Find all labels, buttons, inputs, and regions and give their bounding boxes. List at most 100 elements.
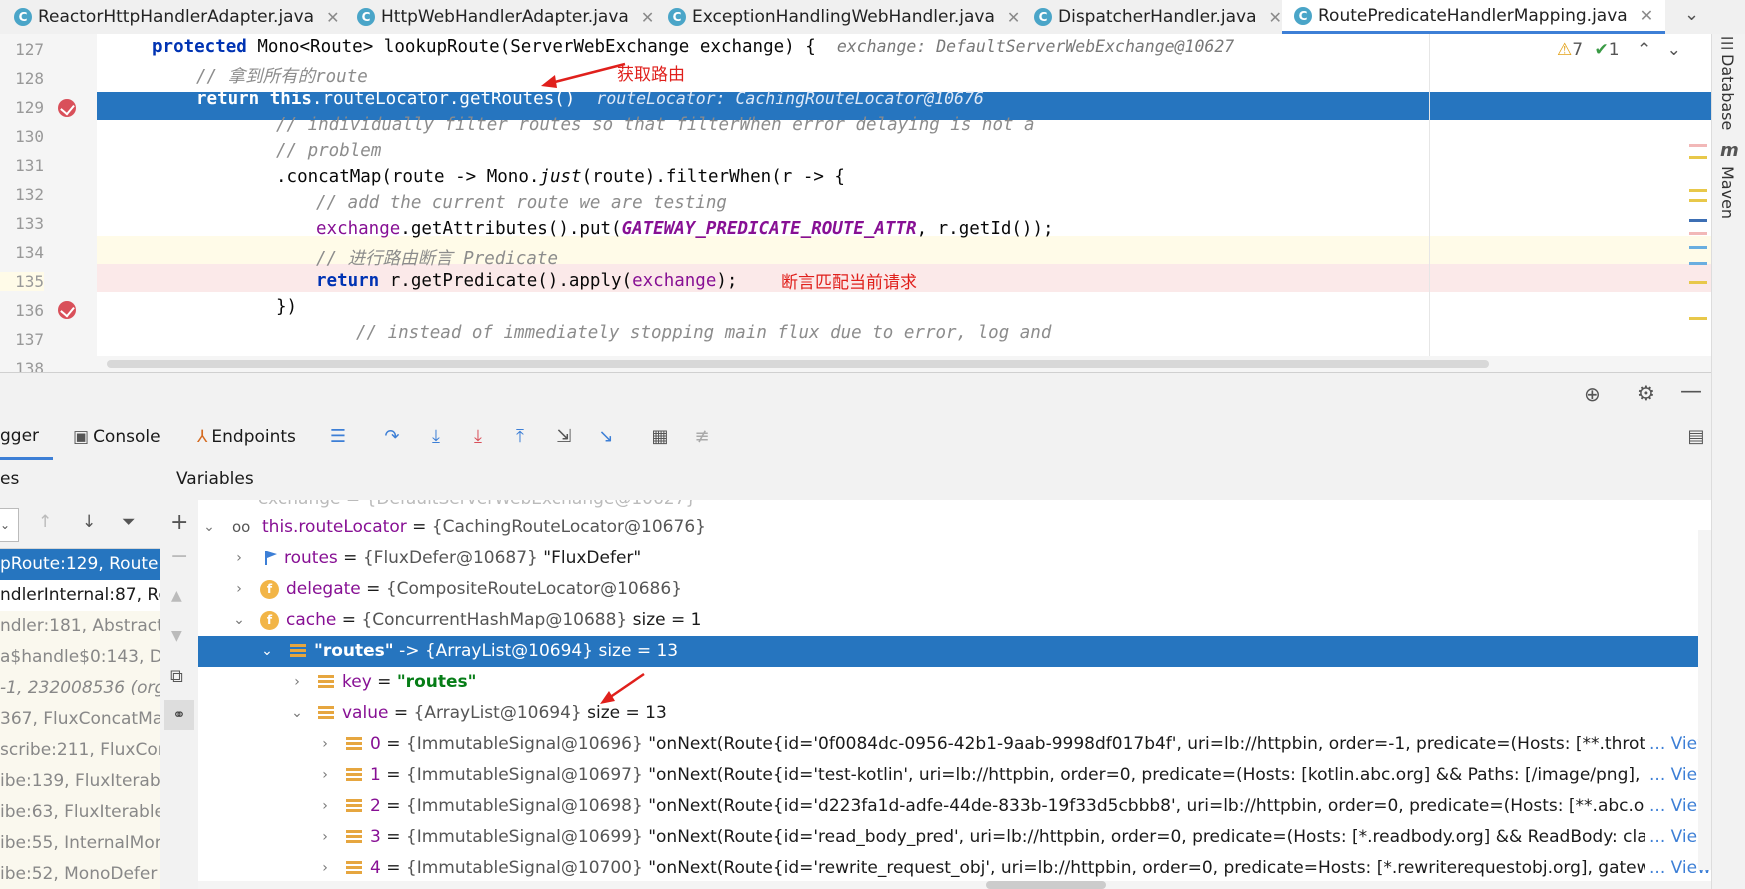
chevron-right-icon[interactable]: › xyxy=(232,543,246,574)
close-icon[interactable]: ✕ xyxy=(1007,8,1020,27)
step-out-icon[interactable]: ⤒ xyxy=(510,427,530,447)
copy-icon[interactable]: ⧉ xyxy=(170,666,183,687)
scrollbar-thumb[interactable] xyxy=(107,360,1489,368)
error-stripe-mark[interactable] xyxy=(1689,156,1707,159)
drop-frame-icon[interactable]: ⇲ xyxy=(554,427,574,447)
chevron-down-icon[interactable]: ⌄ xyxy=(1667,40,1681,60)
stack-frame[interactable]: pRoute:129, RoutePr xyxy=(0,549,160,580)
chevron-right-icon[interactable]: › xyxy=(318,729,332,760)
force-step-into-icon[interactable]: ⤓ xyxy=(468,427,488,447)
step-into-icon[interactable]: ⤓ xyxy=(426,427,446,447)
chevron-down-icon[interactable]: ⌄ xyxy=(1684,4,1699,25)
remove-watch-icon[interactable]: − xyxy=(170,544,188,569)
tab-reactor-http-handler-adapter[interactable]: C ReactorHttpHandlerAdapter.java ✕ xyxy=(14,0,339,34)
chevron-down-icon[interactable]: ⌄ xyxy=(202,512,216,543)
stack-frame[interactable]: 367, FluxConcatMap xyxy=(0,704,160,735)
run-to-cursor-icon[interactable]: ↘ xyxy=(596,427,616,447)
tree-row[interactable]: › 0 = {ImmutableSignal@10696} "onNext(Ro… xyxy=(198,729,1711,760)
code-editor[interactable]: protected Mono<Route> lookupRoute(Server… xyxy=(97,34,1711,372)
code-line-127: protected Mono<Route> lookupRoute(Server… xyxy=(152,37,1234,57)
tree-row[interactable]: ⌄ value = {ArrayList@10694} size = 13 xyxy=(198,698,1711,729)
comment: // instead of immediately stopping main … xyxy=(356,323,1052,343)
arrow-down-icon[interactable]: ↓ xyxy=(82,512,96,532)
error-stripe-mark[interactable] xyxy=(1689,219,1707,222)
error-stripe-mark[interactable] xyxy=(1689,232,1707,235)
tree-row[interactable]: › 4 = {ImmutableSignal@10700} "onNext(Ro… xyxy=(198,853,1711,884)
tab-http-web-handler-adapter[interactable]: C HttpWebHandlerAdapter.java ✕ xyxy=(357,0,654,34)
error-stripe-mark[interactable] xyxy=(1689,144,1707,147)
tree-row[interactable]: › 1 = {ImmutableSignal@10697} "onNext(Ro… xyxy=(198,760,1711,791)
close-icon[interactable]: ✕ xyxy=(1269,8,1282,27)
stack-frame[interactable]: ndlerInternal:87, Rou xyxy=(0,580,160,611)
close-icon[interactable]: ✕ xyxy=(1640,6,1653,25)
tab-exception-handling-web-handler[interactable]: C ExceptionHandlingWebHandler.java ✕ xyxy=(668,0,1020,34)
chevron-right-icon[interactable]: › xyxy=(318,822,332,853)
move-down-icon[interactable]: ▼ xyxy=(171,628,182,644)
chevron-right-icon[interactable]: › xyxy=(290,667,304,698)
chevron-down-icon[interactable]: ⌄ xyxy=(290,698,304,729)
tree-row[interactable]: › 2 = {ImmutableSignal@10698} "onNext(Ro… xyxy=(198,791,1711,822)
evaluate-expression-icon[interactable]: ▦ xyxy=(650,427,670,447)
horizontal-scrollbar[interactable] xyxy=(97,356,1711,372)
filter-icon[interactable]: ⏷ xyxy=(122,512,136,532)
chevron-down-icon[interactable]: ⌄ xyxy=(232,605,246,636)
tab-debugger[interactable]: gger xyxy=(0,414,54,460)
keyword: return this xyxy=(196,89,312,109)
crosshair-icon[interactable]: ⊕ xyxy=(1584,382,1601,406)
variables-tree[interactable]: exchange = {DefaultServerWebExchange@106… xyxy=(198,500,1711,889)
stack-frame[interactable]: ndler:181, AbstractH xyxy=(0,611,160,642)
tree-row[interactable]: › 3 = {ImmutableSignal@10699} "onNext(Ro… xyxy=(198,822,1711,853)
maven-tool-button[interactable]: Maven xyxy=(1718,166,1737,219)
close-icon[interactable]: ✕ xyxy=(641,8,654,27)
tab-route-predicate-handler-mapping[interactable]: C RoutePredicateHandlerMapping.java ✕ xyxy=(1282,0,1666,34)
error-stripe-mark[interactable] xyxy=(1689,199,1707,202)
stack-frame[interactable]: a$handle$0:143, Dis xyxy=(0,642,160,673)
tab-console[interactable]: ▣ Console xyxy=(73,414,161,460)
close-icon[interactable]: ✕ xyxy=(326,8,339,27)
error-stripe-mark[interactable] xyxy=(1689,317,1707,320)
chevron-right-icon[interactable]: › xyxy=(318,760,332,791)
thread-select[interactable]: ⌄ xyxy=(0,508,19,542)
breakpoint-icon[interactable] xyxy=(58,301,76,319)
chevron-right-icon[interactable]: › xyxy=(232,574,246,605)
tree-row[interactable]: ⌄ f cache = {ConcurrentHashMap@10688} si… xyxy=(198,605,1711,636)
move-up-icon[interactable]: ▲ xyxy=(171,588,182,604)
stack-frame[interactable]: -1, 232008536 (org. xyxy=(0,673,160,704)
chevron-right-icon[interactable]: › xyxy=(318,853,332,884)
arrow-up-icon[interactable]: ↑ xyxy=(38,512,52,532)
breakpoint-icon[interactable] xyxy=(58,99,76,117)
tree-row[interactable]: › key = "routes" xyxy=(198,667,1711,698)
layout-icon[interactable]: ▤ xyxy=(1686,427,1706,447)
scrollbar-thumb[interactable] xyxy=(986,881,1106,889)
vertical-scrollbar[interactable] xyxy=(1698,530,1711,870)
trace-icon[interactable]: ≢ xyxy=(692,427,712,447)
stack-frame[interactable]: ibe:55, InternalMon xyxy=(0,828,160,859)
error-stripe-mark[interactable] xyxy=(1689,246,1707,249)
stack-frame[interactable]: ibe:139, FluxIterable xyxy=(0,766,160,797)
frames-list-icon[interactable]: ☰ xyxy=(328,427,348,447)
horizontal-scrollbar[interactable] xyxy=(198,881,1711,889)
chevron-up-icon[interactable]: ⌃ xyxy=(1637,40,1651,60)
tab-endpoints[interactable]: ⅄ Endpoints xyxy=(197,414,296,460)
inspection-summary[interactable]: ⚠7 ✔1 ⌃ ⌄ xyxy=(1557,40,1681,60)
step-over-icon[interactable]: ↷ xyxy=(382,427,402,447)
tree-row[interactable]: › routes = {FluxDefer@10687} "FluxDefer" xyxy=(198,543,1711,574)
tab-dispatcher-handler[interactable]: C DispatcherHandler.java ✕ xyxy=(1034,0,1282,34)
stack-frame[interactable]: ibe:63, FluxIterable xyxy=(0,797,160,828)
entry-icon xyxy=(318,706,334,721)
chevron-right-icon[interactable]: › xyxy=(318,791,332,822)
add-watch-icon[interactable]: + xyxy=(170,510,188,535)
watches-toggle-icon[interactable]: ⚭ xyxy=(164,700,194,730)
stack-frame[interactable]: scribe:211, FluxCon xyxy=(0,735,160,766)
error-stripe-mark[interactable] xyxy=(1689,262,1707,265)
stack-frame[interactable]: ibe:52, MonoDefer xyxy=(0,859,160,889)
error-stripe-mark[interactable] xyxy=(1689,281,1707,284)
minimize-icon[interactable]: — xyxy=(1680,379,1702,404)
error-stripe-mark[interactable] xyxy=(1689,189,1707,192)
tree-row[interactable]: ⌄ oo this.routeLocator = {CachingRouteLo… xyxy=(198,512,1711,543)
tree-row[interactable]: › f delegate = {CompositeRouteLocator@10… xyxy=(198,574,1711,605)
database-tool-button[interactable]: Database xyxy=(1718,54,1737,130)
tree-row-selected[interactable]: ⌄ "routes" -> {ArrayList@10694} size = 1… xyxy=(198,636,1711,667)
gear-icon[interactable]: ⚙ xyxy=(1637,381,1655,405)
chevron-down-icon[interactable]: ⌄ xyxy=(260,636,274,667)
